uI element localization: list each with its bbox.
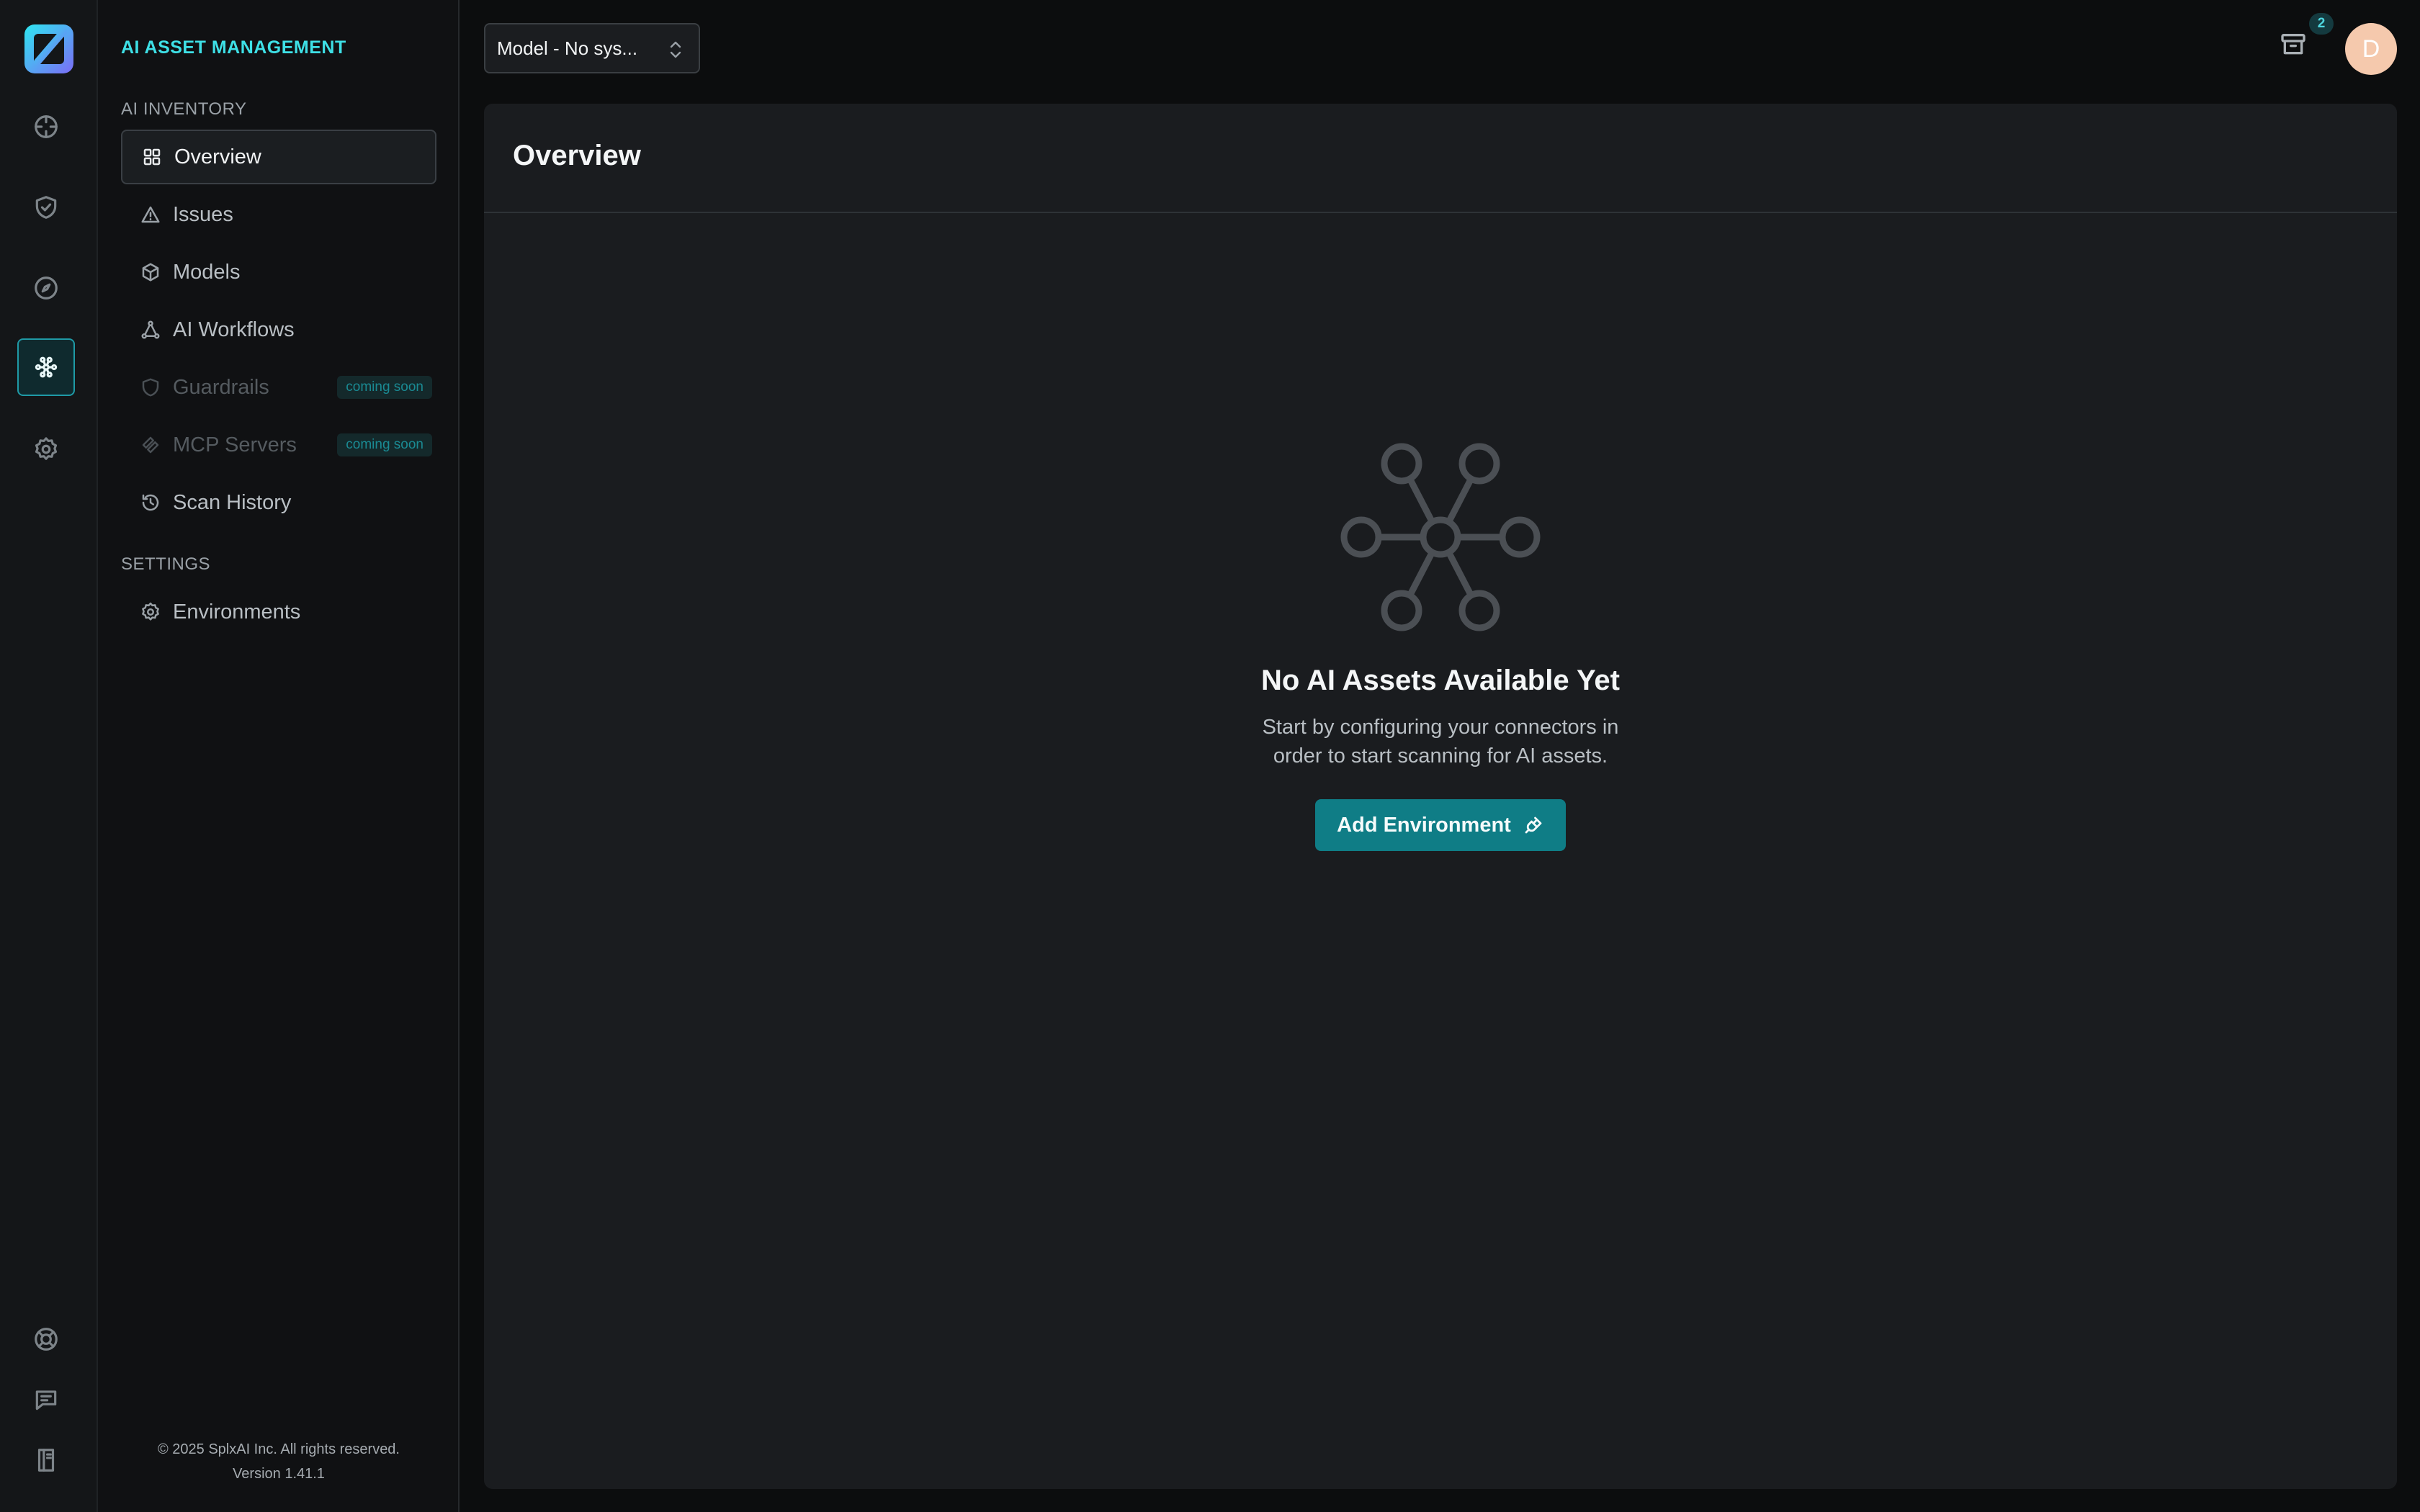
main-panel: Overview No AI Assets Available Yet Star… [484, 104, 2397, 1489]
sidebar-item-overview[interactable]: Overview [121, 130, 436, 184]
shield-icon [142, 378, 159, 397]
sidebar-item-label: MCP Servers [173, 433, 297, 456]
rail-ai-assets-button[interactable] [17, 338, 75, 396]
mcp-icon [142, 436, 159, 454]
rail-security-button[interactable] [17, 179, 75, 236]
model-select[interactable]: Model - No sys... [484, 23, 700, 73]
history-icon [142, 494, 159, 511]
sidebar: AI ASSET MANAGEMENT AI INVENTORY Overvie… [98, 0, 460, 1512]
rail-crosshair-button[interactable] [17, 98, 75, 156]
sidebar-item-mcp-servers: MCP Servers coming soon [121, 418, 436, 472]
avatar[interactable]: D [2345, 23, 2397, 75]
notifications-button[interactable] [2279, 30, 2313, 65]
book-icon [37, 1449, 55, 1472]
sidebar-title: AI ASSET MANAGEMENT [121, 37, 346, 58]
empty-state-description: Start by configuring your connectors in … [1262, 716, 1619, 768]
grid-icon [143, 148, 161, 166]
shield-check-icon [35, 196, 57, 219]
compass-icon [35, 276, 58, 300]
sidebar-item-scan-history[interactable]: Scan History [121, 475, 436, 530]
sidebar-item-guardrails: Guardrails coming soon [121, 360, 436, 415]
panel-header: Overview [484, 104, 2397, 213]
rail-feedback-button[interactable] [17, 1371, 75, 1428]
cube-icon [142, 263, 159, 282]
sidebar-item-label: AI Workflows [173, 318, 295, 341]
crosshair-icon [35, 115, 58, 138]
sidebar-section-settings: SETTINGS [121, 554, 211, 574]
plug-icon [1525, 816, 1542, 834]
add-environment-label: Add Environment [1337, 813, 1511, 837]
chevron-up-down-icon [667, 40, 684, 60]
rail-support-button[interactable] [17, 1310, 75, 1368]
sidebar-item-issues[interactable]: Issues [121, 187, 436, 242]
gear-icon [142, 602, 159, 621]
sidebar-item-label: Scan History [173, 490, 292, 514]
notification-count-badge: 2 [2309, 13, 2334, 35]
app-window: AI ASSET MANAGEMENT AI INVENTORY Overvie… [0, 0, 2420, 1512]
message-icon [35, 1390, 57, 1410]
coming-soon-badge: coming soon [337, 433, 432, 456]
archive-icon [2281, 34, 2305, 55]
sidebar-footer: © 2025 SplxAI Inc. All rights reserved. … [98, 1437, 460, 1486]
ai-network-icon [1332, 442, 1549, 640]
sidebar-item-label: Overview [174, 145, 261, 168]
warning-triangle-icon [141, 206, 160, 223]
empty-state: No AI Assets Available Yet Start by conf… [484, 442, 2397, 851]
rail-docs-button[interactable] [17, 1431, 75, 1489]
page-title: Overview [513, 140, 641, 171]
sidebar-item-environments[interactable]: Environments [121, 585, 436, 639]
rail-compass-button[interactable] [17, 259, 75, 317]
workflow-icon [141, 320, 160, 339]
coming-soon-badge: coming soon [337, 376, 432, 399]
splx-logo-icon[interactable] [22, 22, 76, 76]
copyright-text: © 2025 SplxAI Inc. All rights reserved. [157, 1441, 400, 1457]
sidebar-section-inventory: AI INVENTORY [121, 99, 247, 119]
sidebar-item-label: Environments [173, 600, 301, 624]
model-select-value: Model - No sys... [497, 37, 638, 59]
gear-icon [35, 437, 58, 460]
empty-state-title: No AI Assets Available Yet [1261, 665, 1620, 696]
add-environment-button[interactable]: Add Environment [1315, 799, 1566, 851]
sidebar-item-label: Issues [173, 202, 233, 226]
lifebuoy-icon [35, 1328, 58, 1351]
rail-settings-button[interactable] [17, 420, 75, 478]
version-text: Version 1.41.1 [233, 1466, 325, 1482]
sidebar-item-label: Guardrails [173, 375, 269, 399]
sidebar-item-models[interactable]: Models [121, 245, 436, 300]
ai-network-icon [35, 356, 58, 378]
sidebar-item-label: Models [173, 260, 241, 284]
sidebar-item-ai-workflows[interactable]: AI Workflows [121, 302, 436, 357]
icon-rail [0, 0, 98, 1512]
